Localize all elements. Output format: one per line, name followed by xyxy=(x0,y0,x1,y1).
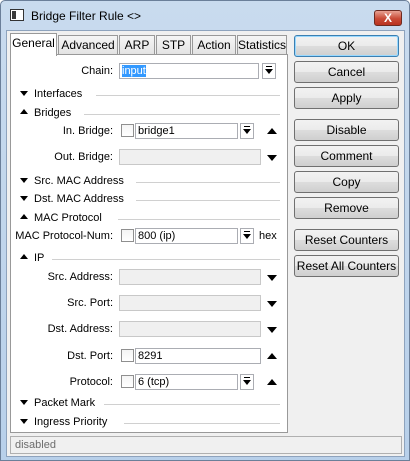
in-bridge-negate-checkbox[interactable] xyxy=(121,124,134,137)
protocol-dropdown-icon[interactable] xyxy=(240,374,254,390)
packet-mark-section[interactable]: Packet Mark xyxy=(20,397,280,411)
chain-dropdown-icon[interactable] xyxy=(262,63,276,79)
remove-button[interactable]: Remove xyxy=(294,197,399,219)
expand-icon xyxy=(20,178,28,183)
reset-all-counters-button[interactable]: Reset All Counters xyxy=(294,255,399,277)
mac-protocol-label: MAC Protocol xyxy=(34,212,102,224)
src-address-label: Src. Address: xyxy=(47,271,113,283)
dst-address-label: Dst. Address: xyxy=(47,323,113,335)
disable-button[interactable]: Disable xyxy=(294,119,399,141)
mac-protocol-num-field[interactable]: 800 (ip) xyxy=(135,228,238,244)
out-bridge-add-icon[interactable] xyxy=(267,155,277,161)
dst-address-field[interactable] xyxy=(119,321,261,337)
src-mac-section[interactable]: Src. MAC Address xyxy=(20,175,280,189)
in-bridge-label: In. Bridge: xyxy=(62,125,113,137)
interfaces-section[interactable]: Interfaces xyxy=(20,88,280,102)
collapse-icon xyxy=(20,254,28,259)
collapse-icon xyxy=(20,109,28,114)
expand-icon xyxy=(20,91,28,96)
tab-action[interactable]: Action xyxy=(192,35,236,55)
dst-port-remove-icon[interactable] xyxy=(267,353,277,359)
close-button[interactable]: X xyxy=(374,10,402,26)
protocol-field[interactable]: 6 (tcp) xyxy=(135,374,238,390)
src-port-label: Src. Port: xyxy=(67,297,113,309)
ok-button[interactable]: OK xyxy=(294,35,399,57)
expand-icon xyxy=(20,400,28,405)
title-bar[interactable]: Bridge Filter Rule <> X xyxy=(1,1,409,29)
dst-port-negate-checkbox[interactable] xyxy=(121,349,134,362)
dst-mac-label: Dst. MAC Address xyxy=(34,193,124,205)
dst-port-field[interactable]: 8291 xyxy=(135,348,261,364)
out-bridge-label: Out. Bridge: xyxy=(54,151,113,163)
general-panel: Chain: input Interfaces Bridges In. Brid… xyxy=(10,54,288,433)
tab-statistics[interactable]: Statistics xyxy=(237,35,287,55)
status-bar: disabled xyxy=(10,436,402,454)
ingress-priority-label: Ingress Priority xyxy=(34,416,108,428)
tab-advanced[interactable]: Advanced xyxy=(58,35,118,55)
mac-protocol-section[interactable]: MAC Protocol xyxy=(20,212,280,226)
mac-protocol-dropdown-icon[interactable] xyxy=(240,228,254,244)
dst-mac-section[interactable]: Dst. MAC Address xyxy=(20,193,280,207)
in-bridge-dropdown-icon[interactable] xyxy=(240,123,254,139)
copy-button[interactable]: Copy xyxy=(294,171,399,193)
bridges-label: Bridges xyxy=(34,107,72,119)
protocol-label: Protocol: xyxy=(69,376,113,388)
apply-button[interactable]: Apply xyxy=(294,87,399,109)
chain-field[interactable]: input xyxy=(119,63,259,79)
in-bridge-field[interactable]: bridge1 xyxy=(135,123,238,139)
dialog-client-area: General Advanced ARP STP Action Statisti… xyxy=(6,30,405,457)
bridge-filter-rule-window: Bridge Filter Rule <> X General Advanced… xyxy=(0,0,410,461)
mac-protocol-num-label: MAC Protocol-Num: xyxy=(15,230,113,242)
ingress-priority-section[interactable]: Ingress Priority xyxy=(20,416,280,430)
cancel-button[interactable]: Cancel xyxy=(294,61,399,83)
window-icon xyxy=(10,9,24,21)
window-title: Bridge Filter Rule <> xyxy=(31,9,142,23)
comment-button[interactable]: Comment xyxy=(294,145,399,167)
collapse-icon xyxy=(20,214,28,219)
tab-arp[interactable]: ARP xyxy=(119,35,155,55)
chain-label: Chain: xyxy=(81,65,113,77)
protocol-remove-icon[interactable] xyxy=(267,379,277,385)
tab-stp[interactable]: STP xyxy=(156,35,191,55)
src-port-add-icon[interactable] xyxy=(267,301,277,307)
src-address-field[interactable] xyxy=(119,269,261,285)
interfaces-label: Interfaces xyxy=(34,88,83,100)
src-address-add-icon[interactable] xyxy=(267,275,277,281)
packet-mark-label: Packet Mark xyxy=(34,397,96,409)
reset-counters-button[interactable]: Reset Counters xyxy=(294,229,399,251)
mac-protocol-negate-checkbox[interactable] xyxy=(121,229,134,242)
ip-section[interactable]: IP xyxy=(20,252,280,266)
expand-icon xyxy=(20,419,28,424)
dst-port-label: Dst. Port: xyxy=(67,350,113,362)
ip-label: IP xyxy=(34,252,45,264)
src-mac-label: Src. MAC Address xyxy=(34,175,124,187)
out-bridge-field[interactable] xyxy=(119,149,261,165)
expand-icon xyxy=(20,196,28,201)
in-bridge-remove-icon[interactable] xyxy=(267,128,277,134)
tab-general[interactable]: General xyxy=(10,33,57,56)
bridges-section[interactable]: Bridges xyxy=(20,107,280,121)
protocol-negate-checkbox[interactable] xyxy=(121,375,134,388)
hex-unit-label: hex xyxy=(259,230,277,242)
chain-value: input xyxy=(122,65,146,77)
src-port-field[interactable] xyxy=(119,295,261,311)
dst-address-add-icon[interactable] xyxy=(267,327,277,333)
